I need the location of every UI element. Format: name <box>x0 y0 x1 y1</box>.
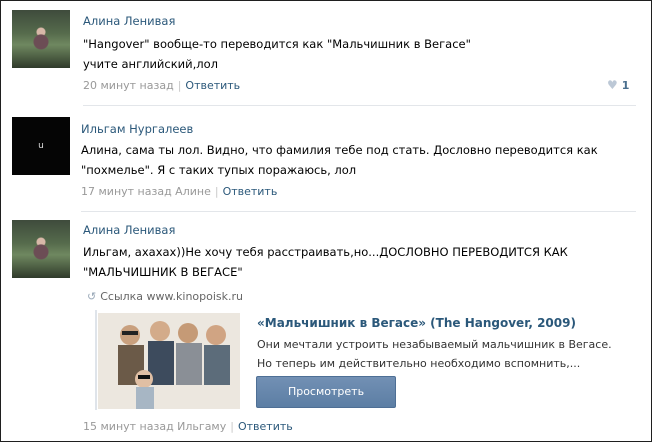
meta-separator: | <box>214 185 219 198</box>
avatar-placeholder: u <box>12 117 70 175</box>
comment-meta: 17 минут назад Алине | Ответить <box>81 185 277 198</box>
like-button[interactable]: ♥ 1 <box>607 78 629 92</box>
comment-text-line: "похмелье". Я с таких тупых поражаюсь, л… <box>81 163 357 177</box>
comment-divider <box>83 105 636 106</box>
meta-separator: | <box>177 79 182 92</box>
avatar-photo <box>12 10 70 68</box>
card-description-line: Они мечтали устроить незабываемый мальчи… <box>257 338 612 351</box>
reply-link[interactable]: Ответить <box>185 79 240 92</box>
card-title[interactable]: «Мальчишник в Вегасе» (The Hangover, 200… <box>257 316 576 330</box>
comment-author[interactable]: Ильгам Нургалеев <box>81 122 193 136</box>
comment-text-line: "МАЛЬЧИШНИК В ВЕГАСЕ" <box>83 265 243 279</box>
avatar[interactable] <box>12 220 70 278</box>
comment-author[interactable]: Алина Ленивая <box>83 14 175 28</box>
movie-poster[interactable] <box>98 313 240 409</box>
avatar[interactable] <box>12 10 70 68</box>
view-button[interactable]: Просмотреть <box>256 376 396 408</box>
comment-text-line: Ильгам, ахахах))Не хочу тебя расстраиват… <box>83 245 568 259</box>
comment-meta: 15 минут назад Ильгаму | Ответить <box>83 420 293 433</box>
comment-meta: 20 минут назад | Ответить <box>83 79 240 92</box>
attachment-link[interactable]: ↺ Ссылка www.kinopoisk.ru <box>87 290 243 303</box>
comment-text-line: Алина, сама ты лол. Видно, что фамилия т… <box>81 143 598 157</box>
comment-author[interactable]: Алина Ленивая <box>83 223 175 237</box>
comment-text-line: "Hangover" вообще-то переводится как "Ма… <box>83 37 471 51</box>
like-count: 1 <box>621 79 630 92</box>
avatar-photo <box>12 220 70 278</box>
avatar-letter: u <box>38 141 44 151</box>
comment-time[interactable]: 15 минут назад Ильгаму <box>83 420 226 433</box>
heart-icon: ♥ <box>607 78 618 92</box>
avatar[interactable]: u <box>12 117 70 175</box>
comment-time[interactable]: 20 минут назад <box>83 79 174 92</box>
meta-separator: | <box>230 420 234 433</box>
reply-link[interactable]: Ответить <box>223 185 278 198</box>
comment-text-line: учите английский,лол <box>83 57 219 71</box>
card-description-line: Но теперь им действительно необходимо вс… <box>257 357 581 370</box>
comment-time[interactable]: 17 минут назад Алине <box>81 185 211 198</box>
reply-link[interactable]: Ответить <box>238 420 293 433</box>
comment-divider <box>81 211 636 212</box>
link-icon: ↺ <box>87 290 97 303</box>
poster-image <box>98 313 240 409</box>
link-label: Ссылка www.kinopoisk.ru <box>100 290 244 303</box>
